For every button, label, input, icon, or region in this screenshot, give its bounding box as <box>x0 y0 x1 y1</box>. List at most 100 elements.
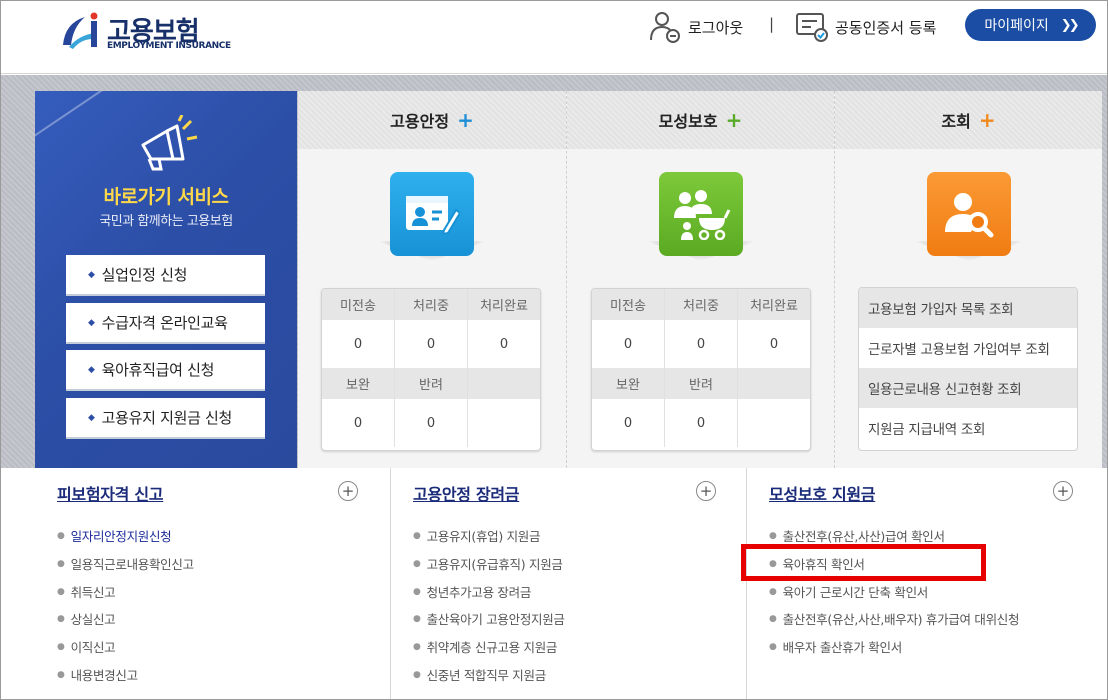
diamond-bullet-icon: ◆ <box>88 317 95 328</box>
list-item[interactable]: ● 출산전후(유산,사산,배우자) 휴가급여 대위신청 <box>769 609 1020 628</box>
quick-item-label: 수급자격 온라인교육 <box>101 314 228 332</box>
header-separator: | <box>769 15 775 33</box>
service-header[interactable]: 조회 + <box>835 91 1102 149</box>
bullet-icon: ● <box>57 669 65 680</box>
status-value-cell <box>468 399 540 447</box>
status-value-cell[interactable]: 0 <box>592 399 665 447</box>
status-header-cell: 보완 <box>322 368 395 399</box>
list-item-label: 출산전후(유산,사산,배우자) 휴가급여 대위신청 <box>782 612 1020 627</box>
list-item-label: 내용변경신고 <box>70 668 139 683</box>
megaphone-icon <box>141 115 198 171</box>
list-item-label: 출산전후(유산,사산)급여 확인서 <box>782 529 945 544</box>
list-item[interactable]: ● 이직신고 <box>57 637 116 656</box>
list-item[interactable]: ● 일용직근로내용확인신고 <box>57 554 194 573</box>
status-value-cell[interactable]: 0 <box>468 320 540 368</box>
status-value-cell[interactable]: 0 <box>592 320 665 368</box>
status-header-row: 미전송 처리중 처리완료 <box>592 289 810 320</box>
bullet-icon: ● <box>57 641 65 652</box>
status-value-cell[interactable]: 0 <box>665 320 738 368</box>
status-header-row: 보완 반려 <box>592 368 810 399</box>
mypage-label: 마이페이지 <box>984 18 1049 34</box>
inquiry-list: 고용보험 가입자 목록 조회 근로자별 고용보험 가입여부 조회 일용근로내용 … <box>858 287 1078 451</box>
list-item[interactable]: ● 일자리안정지원신청 <box>57 526 172 545</box>
maternity-status-table: 미전송 처리중 처리완료 0 0 0 보완 반려 0 0 <box>591 288 811 451</box>
status-value-cell[interactable]: 0 <box>665 399 738 447</box>
diamond-bullet-icon: ◆ <box>88 269 95 280</box>
service-header[interactable]: 모성보호 + <box>567 91 834 149</box>
plus-icon: + <box>978 108 996 132</box>
quick-parental-leave-benefit[interactable]: ◆ 육아휴직급여 신청 <box>66 350 265 391</box>
service-title: 조회 <box>941 112 971 131</box>
list-item[interactable]: ● 신중년 적합직무 지원금 <box>413 665 546 684</box>
quick-employment-retention-subsidy[interactable]: ◆ 고용유지 지원금 신청 <box>66 398 265 439</box>
status-value-cell[interactable]: 0 <box>395 399 468 447</box>
plus-icon: + <box>457 108 474 132</box>
list-item[interactable]: ● 내용변경신고 <box>57 665 138 684</box>
plus-circle-icon[interactable]: + <box>696 481 716 501</box>
highlight-box <box>741 544 986 581</box>
employment-status-table: 미전송 처리중 처리완료 0 0 0 보완 반려 0 0 <box>321 288 541 451</box>
bullet-icon: ● <box>769 586 777 597</box>
logo-english-text: EMPLOYMENT INSURANCE <box>107 41 231 51</box>
user-logout-icon <box>650 12 680 43</box>
status-value-cell[interactable]: 0 <box>322 320 395 368</box>
quick-online-education[interactable]: ◆ 수급자격 온라인교육 <box>66 303 265 344</box>
bullet-icon: ● <box>57 530 65 541</box>
certificate-register-button[interactable]: 공동인증서 등록 <box>795 11 936 43</box>
status-header-cell: 미전송 <box>592 289 665 320</box>
list-title[interactable]: 모성보호 지원금 <box>769 481 876 505</box>
diamond-bullet-icon: ◆ <box>88 412 95 423</box>
bottom-lists: 피보험자격 신고 + ● 일자리안정지원신청 ● 일용직근로내용확인신고 ● 취득신고… <box>1 468 1107 699</box>
list-item[interactable]: ● 청년추가고용 장려금 <box>413 582 531 601</box>
inquiry-item[interactable]: 지원금 지급내역 조회 <box>859 408 1077 448</box>
inquiry-item[interactable]: 근로자별 고용보험 가입여부 조회 <box>859 328 1077 368</box>
service-header[interactable]: 고용안정 + <box>298 91 566 149</box>
status-value-row: 0 0 <box>592 399 810 447</box>
employment-insurance-logo[interactable]: 고용보험 EMPLOYMENT INSURANCE <box>59 7 231 55</box>
status-header-cell: 보완 <box>592 368 665 399</box>
list-item[interactable]: ● 출산전후(유산,사산)급여 확인서 <box>769 526 945 545</box>
list-item[interactable]: ● 고용유지(유급휴직) 지원금 <box>413 554 563 573</box>
list-maternity-subsidy: 모성보호 지원금 + ● 출산전후(유산,사산)급여 확인서 ● 육아휴직 확인서 … <box>746 468 1102 699</box>
quick-service-subtitle: 국민과 함께하는 고용보험 <box>99 214 233 229</box>
logout-button[interactable]: 로그아웃 <box>648 11 743 43</box>
plus-circle-icon[interactable]: + <box>338 481 358 501</box>
status-header-cell: 처리완료 <box>480 299 528 314</box>
service-maternity-protection: 모성보호 + 미전송 처리중 처리완료 0 0 0 보완 반려 0 0 <box>566 91 834 468</box>
user-search-icon[interactable] <box>927 172 1011 256</box>
status-header-cell <box>468 368 540 399</box>
list-item[interactable]: ● 상실신고 <box>57 609 116 628</box>
status-value-cell[interactable]: 0 <box>322 399 395 447</box>
page-frame: 고용보험 EMPLOYMENT INSURANCE 로그아웃 | 공동인증서 등… <box>0 0 1108 700</box>
bullet-icon: ● <box>413 558 421 569</box>
list-item[interactable]: ● 출산육아기 고용안정지원금 <box>413 609 565 628</box>
quick-unemployment-certification[interactable]: ◆ 실업인정 신청 <box>66 255 265 296</box>
quick-item-label: 실업인정 신청 <box>101 266 188 284</box>
list-title[interactable]: 피보험자격 신고 <box>57 481 164 505</box>
list-insured-qualification: 피보험자격 신고 + ● 일자리안정지원신청 ● 일용직근로내용확인신고 ● 취득신고… <box>35 468 390 699</box>
family-stroller-icon[interactable] <box>659 172 743 256</box>
status-header-cell: 처리완료 <box>750 299 798 314</box>
list-item-label: 취약계층 신규고용 지원금 <box>426 640 558 655</box>
list-title[interactable]: 고용안정 장려금 <box>413 481 520 505</box>
service-inquiry: 조회 + 고용보험 가입자 목록 조회 근로자별 고용보험 가입여부 조회 일용… <box>834 91 1102 468</box>
inquiry-item[interactable]: 고용보험 가입자 목록 조회 <box>859 288 1077 328</box>
list-item[interactable]: ● 육아기 근로시간 단축 확인서 <box>769 582 928 601</box>
plus-icon: + <box>725 108 743 132</box>
status-value-row: 0 0 0 <box>322 320 540 368</box>
list-item[interactable]: ● 취약계층 신규고용 지원금 <box>413 637 557 656</box>
list-item[interactable]: ● 취득신고 <box>57 582 116 601</box>
status-value-cell[interactable]: 0 <box>395 320 468 368</box>
quick-item-label: 육아휴직급여 신청 <box>101 361 215 379</box>
plus-circle-icon[interactable]: + <box>1053 481 1073 501</box>
mypage-button[interactable]: 마이페이지 ❯❯ <box>965 9 1096 41</box>
inquiry-item[interactable]: 일용근로내용 신고현황 조회 <box>859 368 1077 408</box>
status-value-cell[interactable]: 0 <box>738 320 810 368</box>
status-value-cell <box>738 399 810 447</box>
list-item-label: 육아기 근로시간 단축 확인서 <box>782 585 929 600</box>
list-item[interactable]: ● 고용유지(휴업) 지원금 <box>413 526 541 545</box>
status-header-cell <box>738 368 810 399</box>
list-item[interactable]: ● 배우자 출산휴가 확인서 <box>769 637 902 656</box>
id-card-pen-icon[interactable] <box>390 172 474 256</box>
service-columns: 고용안정 + 미전송 처리중 처리완료 0 0 0 보완 반려 0 0 모성보호… <box>298 91 1102 468</box>
